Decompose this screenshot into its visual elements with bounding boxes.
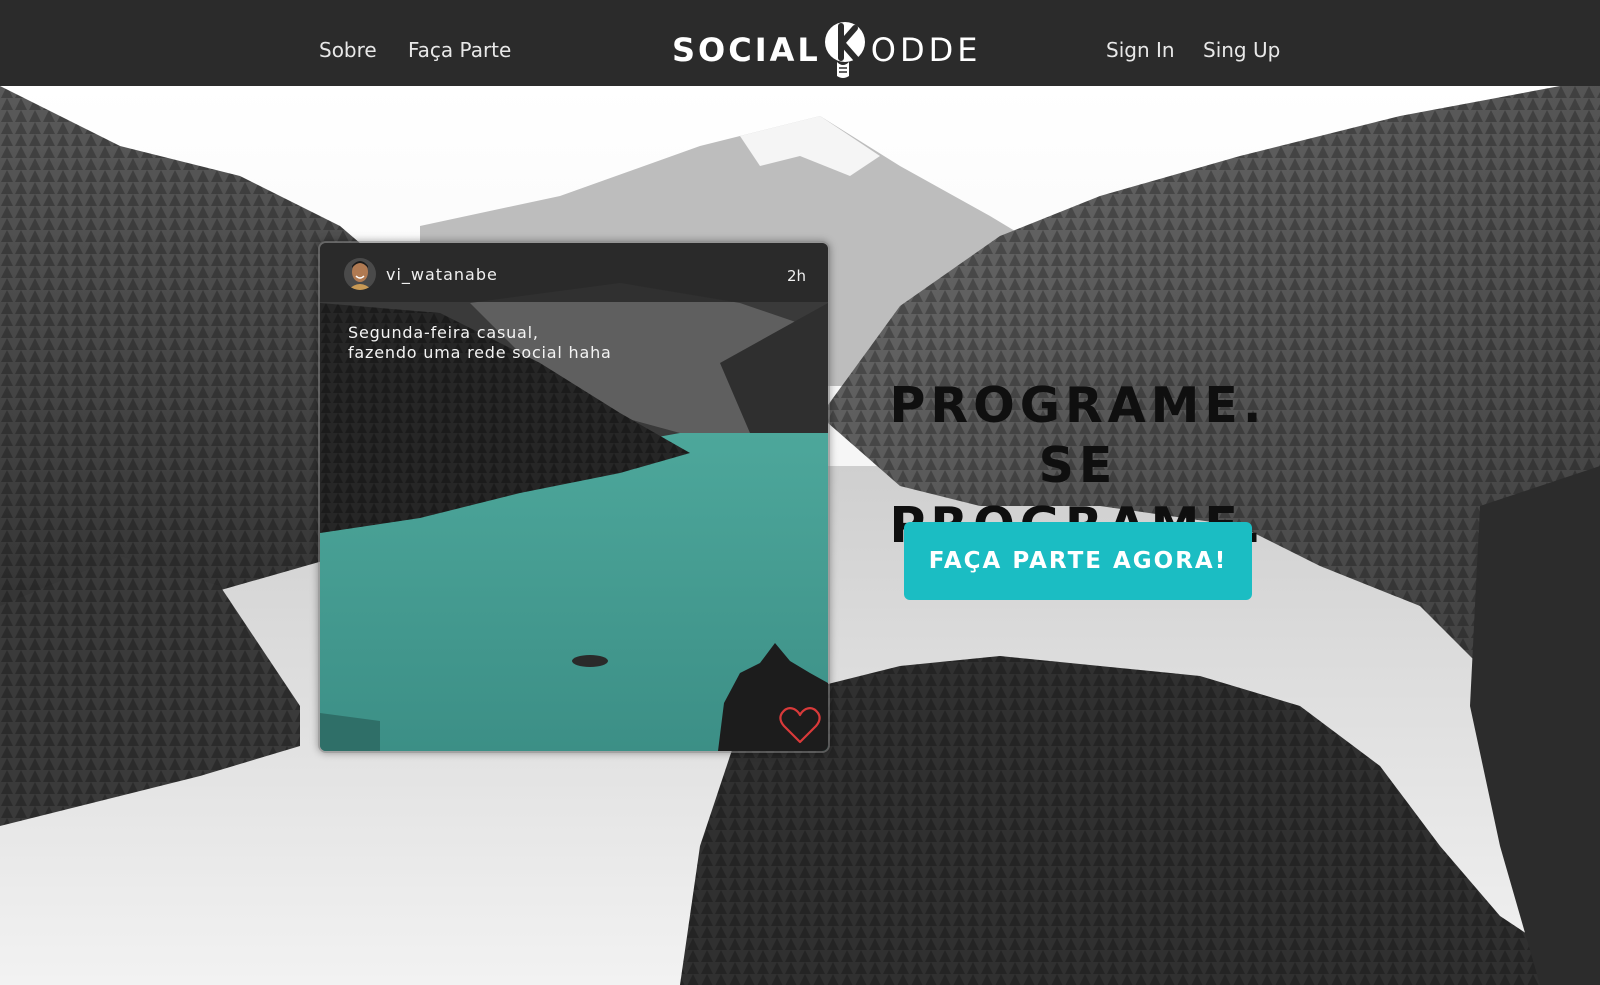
logo-text-odde: ODDE bbox=[870, 31, 982, 69]
post-caption-line: Segunda-feira casual, bbox=[348, 323, 539, 342]
join-now-button[interactable]: FAÇA PARTE AGORA! bbox=[904, 522, 1252, 600]
post-caption: Segunda-feira casual, fazendo uma rede s… bbox=[348, 323, 612, 363]
avatar-face-icon bbox=[344, 258, 376, 290]
logo-k-hand-icon bbox=[824, 22, 865, 78]
nav-link-sign-in[interactable]: Sign In bbox=[1106, 38, 1175, 62]
post-caption-line: fazendo uma rede social haha bbox=[348, 343, 612, 362]
logo-text-social: SOCIAL bbox=[672, 31, 821, 69]
heart-icon[interactable] bbox=[778, 704, 822, 746]
top-navbar: Sobre Faça Parte SOCIAL ODDE Sign In Sin… bbox=[0, 0, 1600, 86]
brand-logo[interactable]: SOCIAL ODDE bbox=[672, 18, 981, 82]
headline-line-1: PROGRAME. bbox=[889, 377, 1267, 434]
post-timestamp: 2h bbox=[786, 267, 806, 285]
post-photo-lake bbox=[320, 243, 828, 751]
post-username[interactable]: vi_watanabe bbox=[386, 265, 498, 284]
post-header: vi_watanabe 2h bbox=[320, 243, 828, 302]
nav-link-sobre[interactable]: Sobre bbox=[319, 38, 377, 62]
post-card[interactable]: vi_watanabe 2h Segunda-feira casual, faz… bbox=[318, 241, 830, 753]
nav-link-sign-up[interactable]: Sing Up bbox=[1203, 38, 1280, 62]
nav-link-faca-parte[interactable]: Faça Parte bbox=[408, 38, 511, 62]
avatar[interactable] bbox=[344, 258, 376, 290]
